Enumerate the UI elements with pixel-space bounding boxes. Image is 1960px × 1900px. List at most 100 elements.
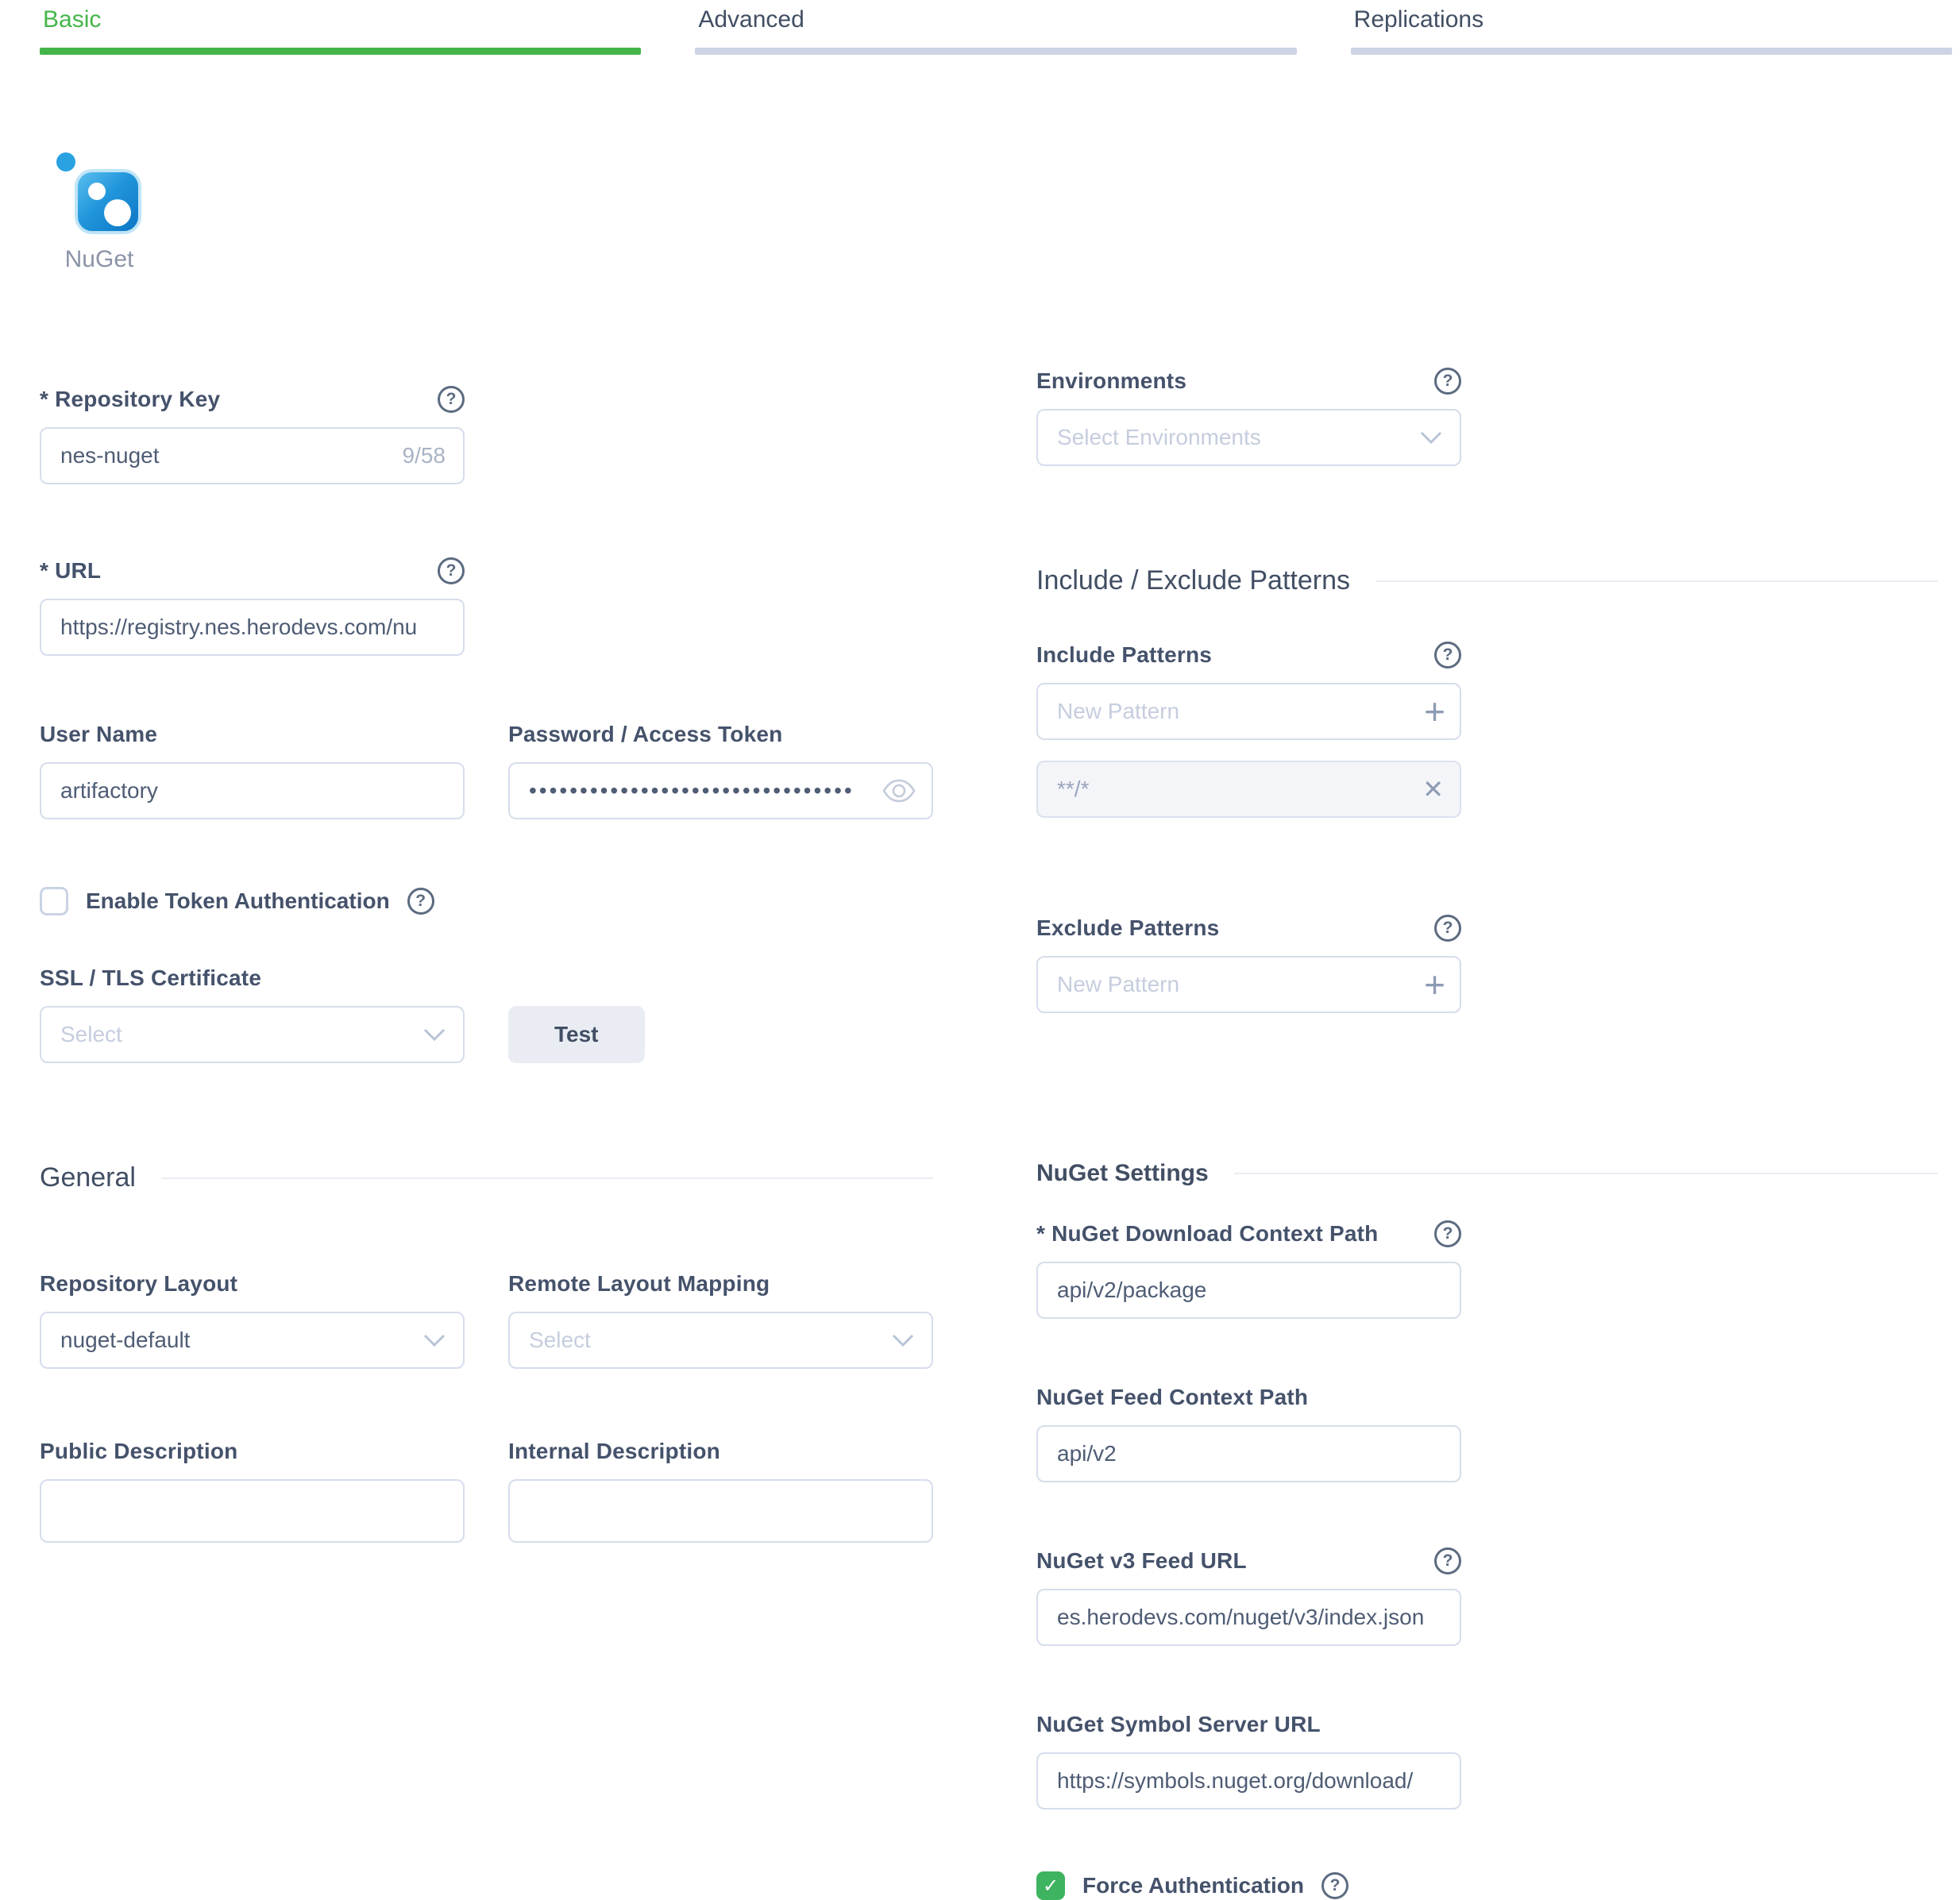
enable-token-auth-help-icon[interactable]: ? xyxy=(407,888,434,915)
include-patterns-field: Include Patterns ? + **/* ✕ xyxy=(1036,640,1461,818)
ssl-cert-label: SSL / TLS Certificate xyxy=(40,965,261,991)
password-input[interactable] xyxy=(508,762,933,819)
include-patterns-label: Include Patterns xyxy=(1036,642,1212,668)
password-label: Password / Access Token xyxy=(508,722,782,747)
repository-layout-value: nuget-default xyxy=(60,1328,190,1353)
url-input[interactable] xyxy=(40,599,465,656)
nuget-feed-context-path-field: NuGet Feed Context Path xyxy=(1036,1382,1461,1482)
internal-description-field: Internal Description xyxy=(508,1436,933,1547)
force-authentication-help-icon[interactable]: ? xyxy=(1321,1872,1348,1899)
tab-basic[interactable]: Basic xyxy=(40,0,641,55)
nuget-feed-context-path-input[interactable] xyxy=(1036,1425,1461,1482)
section-divider xyxy=(1234,1173,1938,1174)
chevron-down-icon xyxy=(892,1334,914,1347)
user-name-input[interactable] xyxy=(40,762,465,819)
ssl-cert-placeholder: Select xyxy=(60,1022,122,1047)
internal-description-textarea[interactable] xyxy=(508,1479,933,1543)
repository-layout-label: Repository Layout xyxy=(40,1271,237,1297)
repository-key-field: * Repository Key ? 9/58 xyxy=(40,384,465,484)
exclude-pattern-input[interactable] xyxy=(1036,956,1461,1013)
repository-key-help-icon[interactable]: ? xyxy=(438,386,465,413)
chevron-down-icon xyxy=(423,1334,446,1347)
show-password-eye-icon[interactable] xyxy=(882,779,916,803)
nuget-settings-section-title: NuGet Settings xyxy=(1036,1160,1209,1187)
nuget-symbol-server-url-field: NuGet Symbol Server URL xyxy=(1036,1709,1461,1809)
environments-label: Environments xyxy=(1036,368,1186,394)
ssl-cert-block: SSL / TLS Certificate Select Test xyxy=(40,963,933,1063)
tab-basic-underline xyxy=(40,48,641,55)
package-type-label: NuGet xyxy=(65,246,134,273)
nuget-feed-context-path-label: NuGet Feed Context Path xyxy=(1036,1385,1308,1410)
test-button[interactable]: Test xyxy=(508,1006,645,1063)
nuget-logo-icon xyxy=(49,148,149,238)
tab-replications-label: Replications xyxy=(1351,0,1952,48)
environments-placeholder: Select Environments xyxy=(1057,425,1261,450)
public-description-field: Public Description xyxy=(40,1436,465,1547)
nuget-download-context-path-help-icon[interactable]: ? xyxy=(1434,1220,1461,1247)
include-patterns-help-icon[interactable]: ? xyxy=(1434,642,1461,669)
environments-select[interactable]: Select Environments xyxy=(1036,409,1461,466)
exclude-patterns-help-icon[interactable]: ? xyxy=(1434,915,1461,942)
tab-bar: Basic Advanced Replications xyxy=(0,0,1960,55)
repository-key-input[interactable] xyxy=(40,427,465,484)
remote-layout-mapping-field: Remote Layout Mapping Select xyxy=(508,1269,933,1369)
url-field: * URL ? xyxy=(40,556,465,656)
user-name-label: User Name xyxy=(40,722,157,747)
general-section-title: General xyxy=(40,1162,136,1193)
nuget-v3-feed-url-field: NuGet v3 Feed URL ? xyxy=(1036,1546,1461,1646)
password-field: Password / Access Token xyxy=(508,719,933,819)
tab-replications-underline xyxy=(1351,48,1952,55)
nuget-symbol-server-url-input[interactable] xyxy=(1036,1752,1461,1809)
tab-basic-label: Basic xyxy=(40,0,641,48)
public-description-label: Public Description xyxy=(40,1439,237,1464)
exclude-patterns-field: Exclude Patterns ? + xyxy=(1036,913,1461,1013)
nuget-download-context-path-field: * NuGet Download Context Path ? xyxy=(1036,1219,1461,1319)
exclude-patterns-label: Exclude Patterns xyxy=(1036,915,1219,941)
include-pattern-value: **/* xyxy=(1057,777,1089,802)
chevron-down-icon xyxy=(1420,431,1442,444)
url-label: * URL xyxy=(40,558,101,584)
force-authentication-label: Force Authentication xyxy=(1082,1873,1304,1898)
include-pattern-input[interactable] xyxy=(1036,683,1461,740)
remove-pattern-icon[interactable]: ✕ xyxy=(1422,777,1444,802)
include-exclude-section-title: Include / Exclude Patterns xyxy=(1036,565,1350,596)
remote-layout-mapping-placeholder: Select xyxy=(529,1328,591,1353)
repository-config-form: NuGet * Repository Key ? 9/58 * URL ? xyxy=(0,55,1960,1900)
add-pattern-icon[interactable]: + xyxy=(1424,966,1445,1003)
user-name-field: User Name xyxy=(40,719,465,819)
remote-layout-mapping-select[interactable]: Select xyxy=(508,1312,933,1369)
force-authentication-row: ✓ Force Authentication ? xyxy=(1036,1871,1938,1900)
nuget-symbol-server-url-label: NuGet Symbol Server URL xyxy=(1036,1712,1321,1737)
enable-token-auth-row: Enable Token Authentication ? xyxy=(40,887,933,915)
public-description-textarea[interactable] xyxy=(40,1479,465,1543)
nuget-download-context-path-label: * NuGet Download Context Path xyxy=(1036,1221,1378,1247)
chevron-down-icon xyxy=(423,1028,446,1041)
nuget-v3-feed-url-label: NuGet v3 Feed URL xyxy=(1036,1548,1247,1574)
environments-help-icon[interactable]: ? xyxy=(1434,368,1461,395)
ssl-cert-select[interactable]: Select xyxy=(40,1006,465,1063)
general-section-header: General xyxy=(40,1162,933,1193)
enable-token-auth-checkbox[interactable] xyxy=(40,887,68,915)
environments-field: Environments ? Select Environments xyxy=(1036,366,1461,466)
remote-layout-mapping-label: Remote Layout Mapping xyxy=(508,1271,770,1297)
url-help-icon[interactable]: ? xyxy=(438,557,465,584)
nuget-v3-feed-url-input[interactable] xyxy=(1036,1589,1461,1646)
nuget-settings-section-header: NuGet Settings xyxy=(1036,1160,1938,1187)
tab-replications[interactable]: Replications xyxy=(1351,0,1952,55)
repository-key-label: * Repository Key xyxy=(40,387,220,412)
section-divider xyxy=(161,1177,933,1179)
internal-description-label: Internal Description xyxy=(508,1439,720,1464)
force-authentication-checkbox[interactable]: ✓ xyxy=(1036,1871,1065,1900)
tab-advanced[interactable]: Advanced xyxy=(695,0,1296,55)
repository-layout-field: Repository Layout nuget-default xyxy=(40,1269,465,1369)
tab-advanced-label: Advanced xyxy=(695,0,1296,48)
nuget-v3-feed-url-help-icon[interactable]: ? xyxy=(1434,1547,1461,1574)
tab-advanced-underline xyxy=(695,48,1296,55)
repository-layout-select[interactable]: nuget-default xyxy=(40,1312,465,1369)
package-type: NuGet xyxy=(40,148,159,273)
section-divider xyxy=(1375,580,1938,582)
nuget-download-context-path-input[interactable] xyxy=(1036,1262,1461,1319)
add-pattern-icon[interactable]: + xyxy=(1424,693,1445,730)
include-exclude-section-header: Include / Exclude Patterns xyxy=(1036,565,1938,596)
enable-token-auth-label: Enable Token Authentication xyxy=(86,888,390,914)
